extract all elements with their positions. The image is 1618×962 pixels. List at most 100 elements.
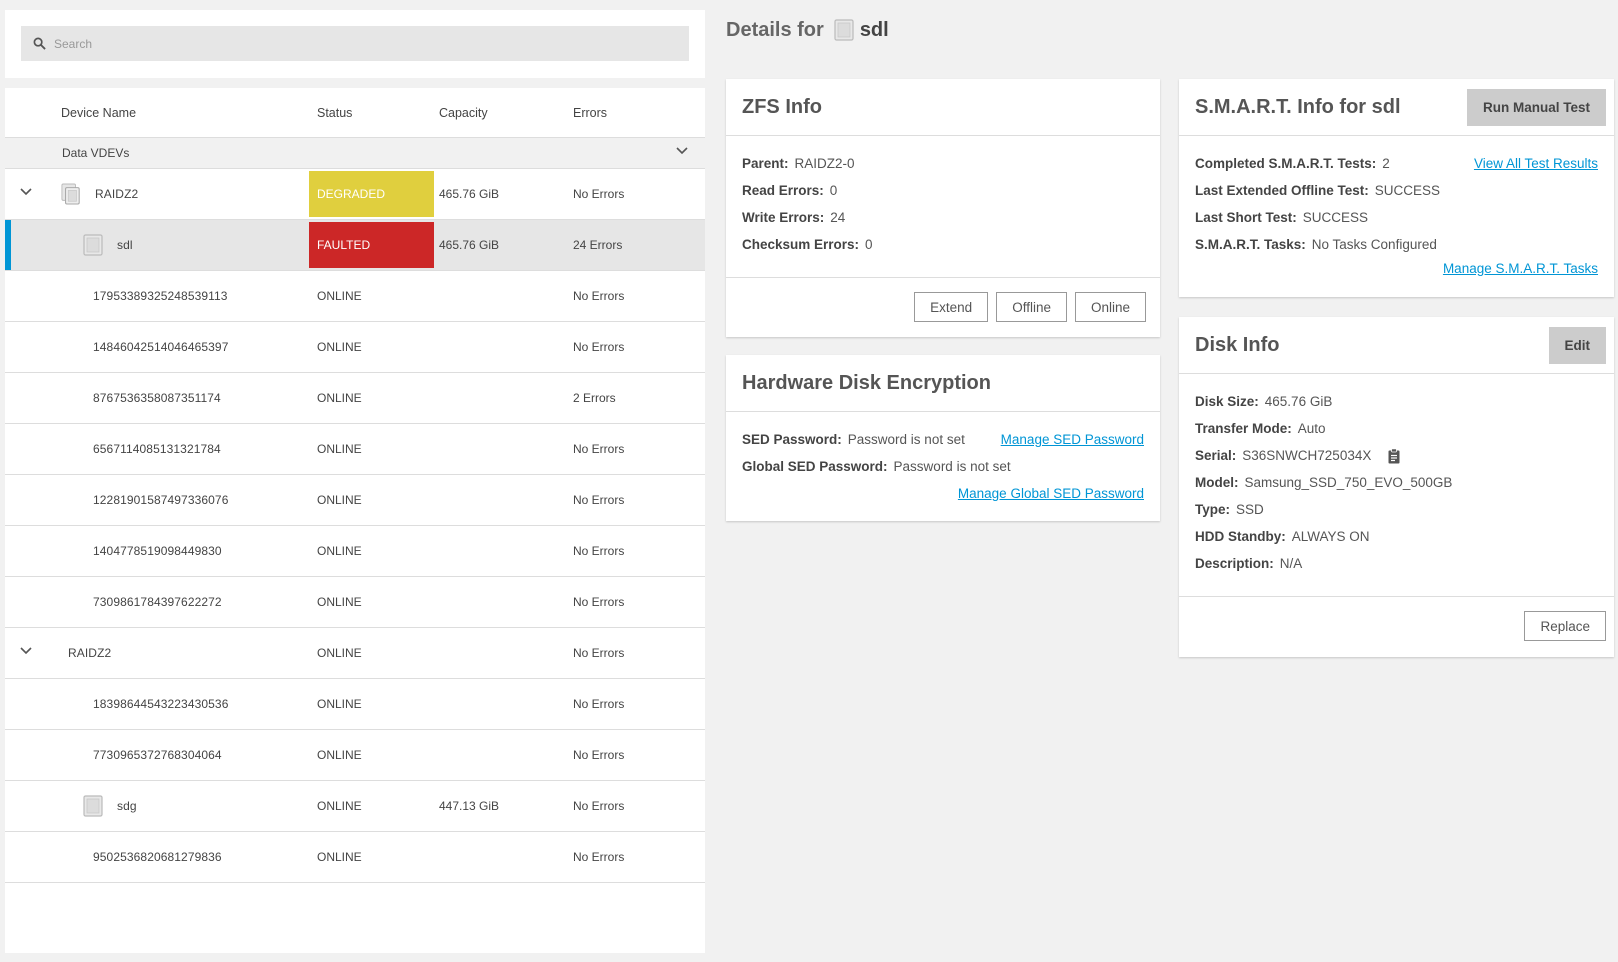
- errors: No Errors: [573, 646, 625, 660]
- view-all-test-results-link[interactable]: View All Test Results: [1474, 156, 1598, 171]
- details-disk-name: sdl: [859, 18, 889, 41]
- page-title: Details for sdl: [726, 18, 889, 42]
- header-capacity[interactable]: Capacity: [434, 106, 568, 120]
- clipboard-icon[interactable]: [1387, 447, 1401, 464]
- details-prefix: Details for: [726, 18, 824, 41]
- global-sed-password-value: Password is not set: [893, 459, 1011, 474]
- table-row-selected[interactable]: sdl FAULTED 465.76 GiB 24 Errors: [5, 220, 705, 271]
- online-button[interactable]: Online: [1074, 292, 1146, 322]
- table-row[interactable]: RAIDZ2 DEGRADED 465.76 GiB No Errors: [5, 169, 705, 220]
- sed-password-value: Password is not set: [847, 432, 965, 447]
- status: ONLINE: [317, 595, 362, 609]
- device-name: RAIDZ2: [95, 187, 139, 201]
- extend-button[interactable]: Extend: [914, 292, 989, 322]
- capacity: [434, 475, 568, 525]
- header-errors[interactable]: Errors: [568, 106, 698, 120]
- capacity: 465.76 GiB: [439, 187, 500, 201]
- disk-field-value: ALWAYS ON: [1291, 529, 1370, 544]
- manage-smart-tasks-link[interactable]: Manage S.M.A.R.T. Tasks: [1443, 261, 1598, 276]
- zfs-info-card: ZFS Info Parent: RAIDZ2-0 Read Errors: 0 W…: [726, 79, 1160, 337]
- offline-button[interactable]: Offline: [996, 292, 1067, 322]
- table-header: Device Name Status Capacity Errors: [5, 88, 705, 138]
- zfs-field-value: 0: [865, 237, 873, 252]
- errors: No Errors: [573, 748, 625, 762]
- disk-icon: [834, 18, 854, 42]
- table-row[interactable]: 9502536820681279836 ONLINE No Errors: [5, 832, 705, 883]
- sed-password-label: SED Password:: [742, 432, 842, 447]
- table-row[interactable]: 6567114085131321784 ONLINE No Errors: [5, 424, 705, 475]
- errors: No Errors: [573, 442, 625, 456]
- zfs-field-label: Write Errors:: [742, 210, 825, 225]
- disk-field-value: 465.76 GiB: [1264, 394, 1333, 409]
- status: ONLINE: [317, 391, 362, 405]
- capacity: [434, 628, 568, 678]
- device-name: 17953389325248539113: [93, 289, 228, 303]
- disk-field-label: Disk Size:: [1195, 394, 1259, 409]
- table-row[interactable]: 18398644543223430536 ONLINE No Errors: [5, 679, 705, 730]
- smart-field-label: Completed S.M.A.R.T. Tests:: [1195, 156, 1377, 171]
- table-row[interactable]: sdg ONLINE 447.13 GiB No Errors: [5, 781, 705, 832]
- disk-field-label: Serial:: [1195, 448, 1237, 463]
- status-badge: FAULTED: [309, 222, 434, 268]
- capacity: [434, 832, 568, 882]
- status: ONLINE: [317, 493, 362, 507]
- capacity: [434, 271, 568, 321]
- search-box[interactable]: Search: [21, 26, 689, 61]
- disk-field-label: HDD Standby:: [1195, 529, 1286, 544]
- table-row[interactable]: 14846042514046465397 ONLINE No Errors: [5, 322, 705, 373]
- device-name: 18398644543223430536: [93, 697, 229, 711]
- capacity: [434, 730, 568, 780]
- group-data-vdevs[interactable]: Data VDEVs: [5, 138, 705, 169]
- disk-icon: [83, 795, 103, 817]
- errors: 2 Errors: [573, 391, 616, 405]
- errors: No Errors: [573, 493, 625, 507]
- device-name: 12281901587497336076: [93, 493, 229, 507]
- header-device-name[interactable]: Device Name: [5, 106, 309, 120]
- smart-field-label: Last Short Test:: [1195, 210, 1297, 225]
- manage-sed-password-link[interactable]: Manage SED Password: [1001, 432, 1144, 447]
- edit-button[interactable]: Edit: [1548, 327, 1606, 364]
- smart-field-label: Last Extended Offline Test:: [1195, 183, 1369, 198]
- table-row[interactable]: 17953389325248539113 ONLINE No Errors: [5, 271, 705, 322]
- errors: 24 Errors: [573, 238, 623, 252]
- table-row[interactable]: 7730965372768304064 ONLINE No Errors: [5, 730, 705, 781]
- table-row[interactable]: 8767536358087351174 ONLINE 2 Errors: [5, 373, 705, 424]
- chevron-down-icon[interactable]: [19, 646, 33, 656]
- status: ONLINE: [317, 289, 362, 303]
- device-name: 7730965372768304064: [93, 748, 222, 762]
- table-row[interactable]: 12281901587497336076 ONLINE No Errors: [5, 475, 705, 526]
- errors: No Errors: [573, 799, 625, 813]
- smart-info-title: S.M.A.R.T. Info for sdl: [1195, 95, 1401, 118]
- search-input[interactable]: Search: [54, 37, 92, 51]
- device-name: 8767536358087351174: [93, 391, 221, 405]
- replace-button[interactable]: Replace: [1524, 611, 1606, 641]
- status: ONLINE: [317, 544, 362, 558]
- device-panel: Search Device Name Status Capacity Error…: [5, 10, 705, 953]
- run-manual-test-button[interactable]: Run Manual Test: [1466, 89, 1606, 126]
- capacity: 447.13 GiB: [439, 799, 500, 813]
- table-row[interactable]: RAIDZ2 ONLINE No Errors: [5, 628, 705, 679]
- capacity: [434, 679, 568, 729]
- errors: No Errors: [573, 850, 625, 864]
- status: ONLINE: [317, 799, 362, 813]
- manage-global-sed-password-link[interactable]: Manage Global SED Password: [958, 486, 1144, 501]
- disk-field-label: Transfer Mode:: [1195, 421, 1292, 436]
- table-row[interactable]: 7309861784397622272 ONLINE No Errors: [5, 577, 705, 628]
- chevron-down-icon[interactable]: [19, 187, 33, 197]
- disk-info-title: Disk Info: [1195, 333, 1280, 356]
- chevron-down-icon[interactable]: [675, 146, 689, 156]
- status: ONLINE: [317, 340, 362, 354]
- device-name: 9502536820681279836: [93, 850, 222, 864]
- smart-info-card: S.M.A.R.T. Info for sdl Run Manual Test …: [1179, 79, 1614, 297]
- header-status[interactable]: Status: [309, 106, 434, 120]
- zfs-field-value: 0: [829, 183, 838, 198]
- disk-field-value: S36SNWCH725034X: [1242, 448, 1372, 463]
- disk-field-label: Description:: [1195, 556, 1274, 571]
- table-row[interactable]: 1404778519098449830 ONLINE No Errors: [5, 526, 705, 577]
- capacity: [434, 424, 568, 474]
- device-name: 7309861784397622272: [93, 595, 222, 609]
- device-name: 1404778519098449830: [93, 544, 222, 558]
- zfs-field-label: Checksum Errors:: [742, 237, 860, 252]
- group-label: Data VDEVs: [62, 146, 130, 160]
- smart-field-value: No Tasks Configured: [1311, 237, 1437, 252]
